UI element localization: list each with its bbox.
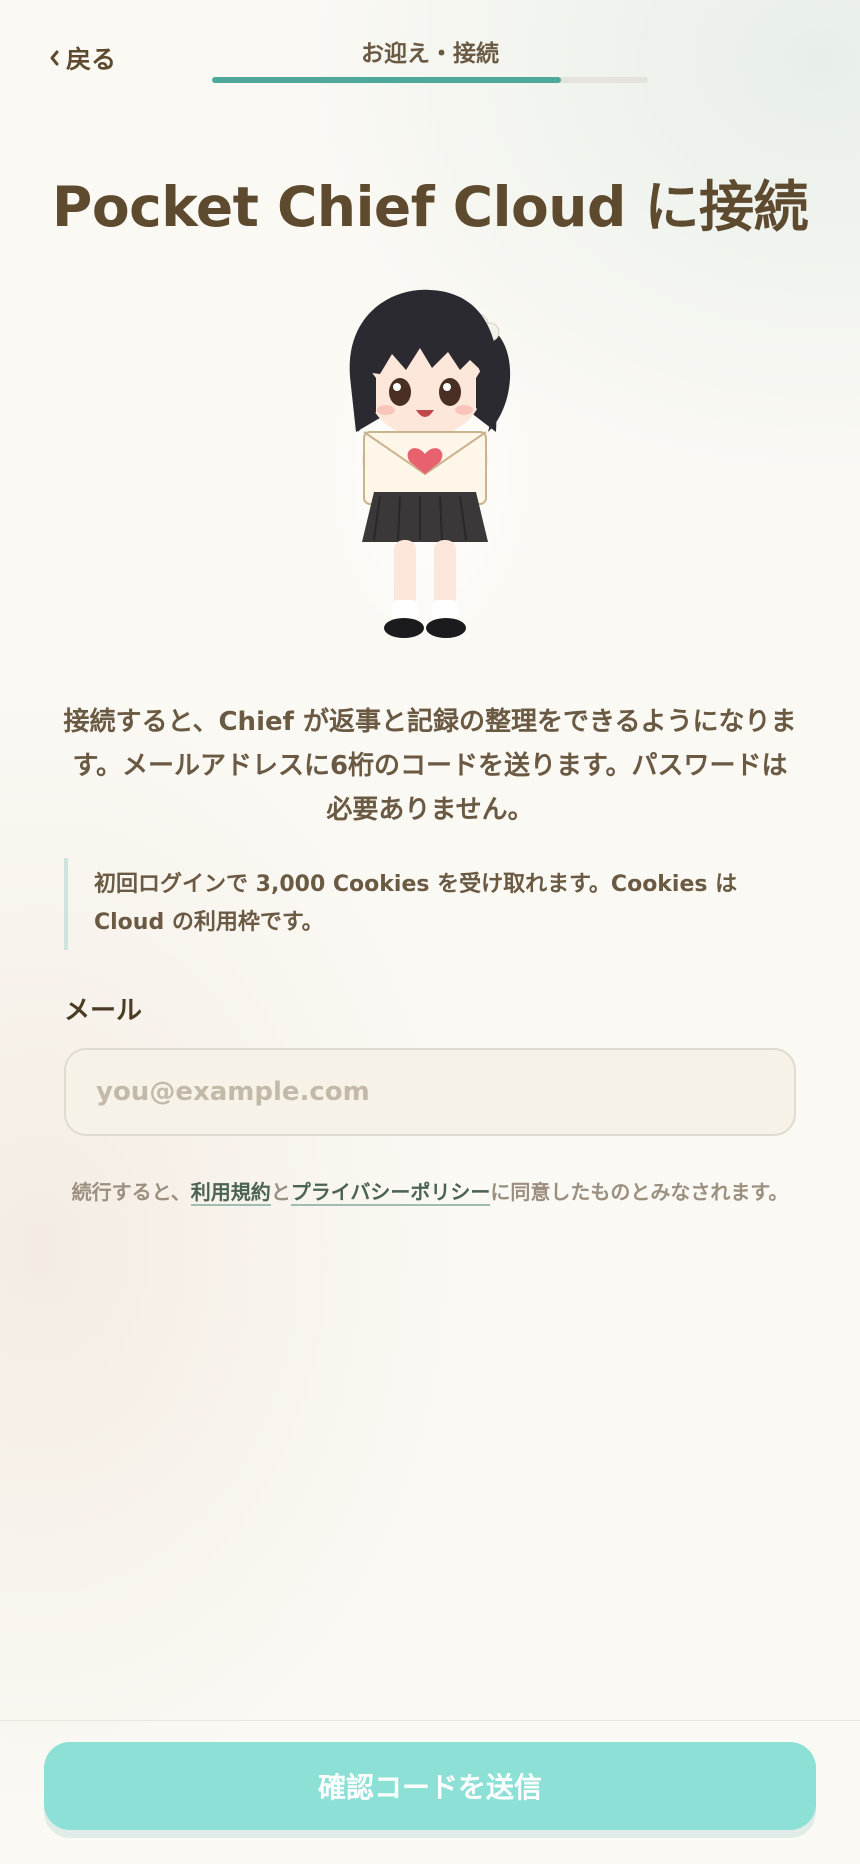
- top-bar: 戻る お迎え・接続: [0, 0, 860, 110]
- email-input[interactable]: [64, 1048, 796, 1136]
- footer-divider: [0, 1720, 860, 1721]
- terms-middle: と: [270, 1180, 291, 1204]
- terms-notice: 続行すると、利用規約とプライバシーポリシーに同意したものとみなされます。: [60, 1176, 800, 1208]
- mascot-illustration: [320, 289, 540, 652]
- progress-fill: [212, 77, 561, 83]
- step-title: お迎え・接続: [361, 41, 499, 67]
- cookies-notice: 初回ログインで 3,000 Cookies を受け取れます。Cookies は …: [64, 858, 764, 950]
- terms-suffix: に同意したものとみなされます。: [490, 1180, 789, 1204]
- terms-prefix: 続行すると、: [71, 1180, 191, 1204]
- connection-description: 接続すると、Chief が返事と記録の整理をできるようになります。メールアドレス…: [63, 707, 797, 825]
- progress-bar: [212, 77, 648, 83]
- cookies-notice-text: 初回ログインで 3,000 Cookies を受け取れます。Cookies は …: [94, 872, 738, 935]
- privacy-policy-link[interactable]: プライバシーポリシー: [290, 1180, 491, 1206]
- page-title: Pocket Chief Cloud に接続: [52, 175, 808, 239]
- terms-of-service-link[interactable]: 利用規約: [190, 1180, 271, 1206]
- email-label: メール: [64, 996, 143, 1026]
- send-code-button[interactable]: 確認コードを送信: [44, 1742, 816, 1830]
